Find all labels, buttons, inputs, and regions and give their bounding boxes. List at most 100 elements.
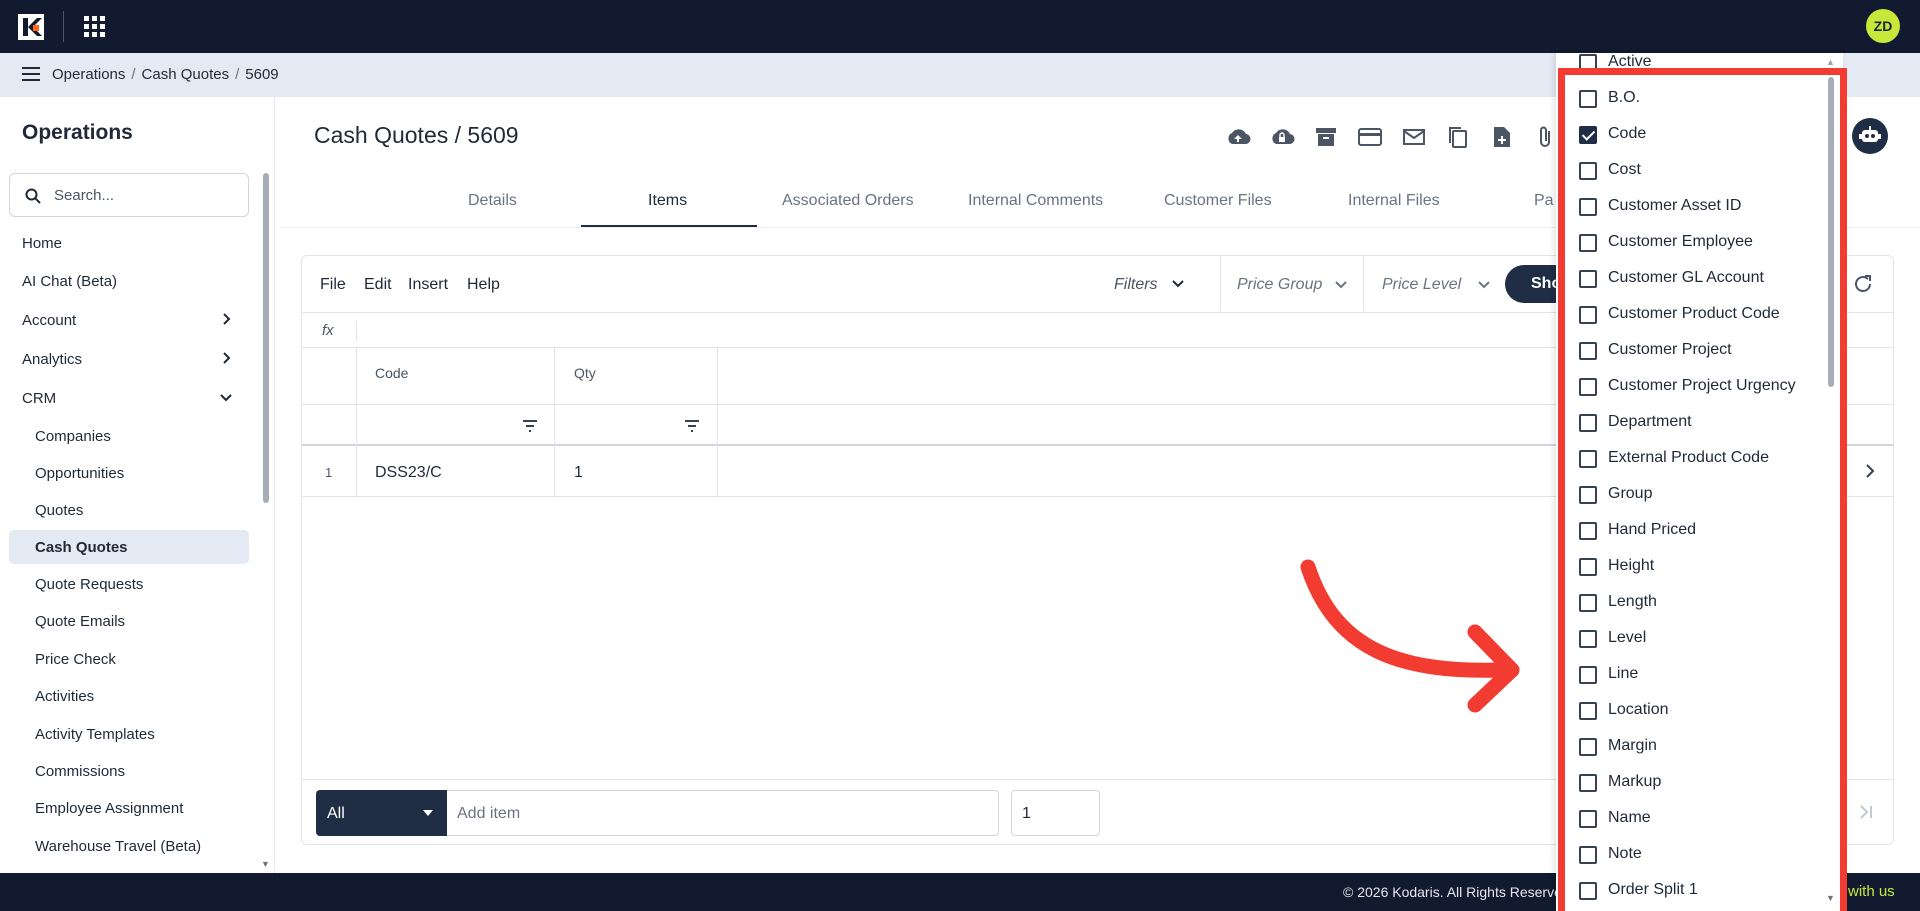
checkbox-icon[interactable] (1579, 594, 1597, 612)
checkbox-icon[interactable] (1579, 702, 1597, 720)
column-option[interactable]: Customer Product Code (1556, 297, 1826, 333)
menu-help[interactable]: Help (467, 276, 500, 294)
tab-internal-comments[interactable]: Internal Comments (968, 192, 1103, 210)
sidebar-item-commissions[interactable]: Commissions (9, 754, 249, 788)
price-level-dropdown[interactable]: Price Level (1363, 256, 1499, 311)
breadcrumb-cash-quotes[interactable]: Cash Quotes (142, 66, 230, 83)
sidebar-item-analytics[interactable]: Analytics (9, 342, 249, 376)
filter-icon[interactable] (522, 420, 538, 432)
checkbox-icon[interactable] (1579, 414, 1597, 432)
column-option[interactable]: Customer GL Account (1556, 261, 1826, 297)
copy-icon[interactable] (1445, 124, 1471, 150)
menu-file[interactable]: File (320, 276, 346, 294)
add-qty-input[interactable]: 1 (1011, 790, 1100, 836)
column-option[interactable]: External Product Code (1556, 441, 1826, 477)
sidebar-item-cash-quotes[interactable]: Cash Quotes (9, 530, 249, 564)
refresh-icon[interactable] (1852, 273, 1874, 295)
sidebar-scrollbar[interactable] (263, 173, 269, 503)
column-option[interactable]: Hand Priced (1556, 513, 1826, 549)
column-option[interactable]: Group (1556, 477, 1826, 513)
checkbox-icon[interactable] (1579, 486, 1597, 504)
sidebar-item-crm[interactable]: CRM (9, 381, 249, 415)
tab-payments[interactable]: Pa (1534, 192, 1554, 210)
column-option[interactable]: Location (1556, 693, 1826, 729)
column-option[interactable]: Name (1556, 801, 1826, 837)
sidebar-item-quote-emails[interactable]: Quote Emails (9, 604, 249, 638)
item-type-select[interactable]: All (316, 790, 447, 836)
tab-items[interactable]: Items (648, 192, 687, 210)
column-option[interactable]: Customer Project (1556, 333, 1826, 369)
last-page-icon[interactable] (1855, 801, 1877, 823)
scroll-up-icon[interactable]: ▲ (1826, 57, 1835, 67)
sidebar-item-quotes[interactable]: Quotes (9, 493, 249, 527)
checkbox-icon[interactable] (1579, 558, 1597, 576)
cell-qty[interactable]: 1 (574, 464, 583, 482)
menu-toggle-icon[interactable] (22, 67, 40, 83)
column-option[interactable]: Customer Asset ID (1556, 189, 1826, 225)
cloud-lock-icon[interactable] (1269, 124, 1295, 150)
tab-customer-files[interactable]: Customer Files (1164, 192, 1272, 210)
email-icon[interactable] (1401, 124, 1427, 150)
sidebar-item-employee-assignment[interactable]: Employee Assignment (9, 791, 249, 825)
checkbox-icon[interactable] (1579, 630, 1597, 648)
sidebar-item-account[interactable]: Account (9, 303, 249, 337)
column-option[interactable]: Customer Employee (1556, 225, 1826, 261)
column-option[interactable]: Note (1556, 837, 1826, 873)
column-option[interactable]: Margin (1556, 729, 1826, 765)
column-option[interactable]: Cost (1556, 153, 1826, 189)
checkbox-icon[interactable] (1579, 234, 1597, 252)
breadcrumb-operations[interactable]: Operations (52, 66, 125, 83)
sidebar-item-opportunities[interactable]: Opportunities (9, 456, 249, 490)
chevron-right-icon[interactable] (1862, 463, 1878, 479)
column-option[interactable]: B.O. (1556, 81, 1826, 117)
column-option[interactable]: Height (1556, 549, 1826, 585)
checkbox-icon[interactable] (1579, 342, 1597, 360)
checkbox-icon[interactable] (1579, 270, 1597, 288)
sidebar-item-companies[interactable]: Companies (9, 419, 249, 453)
sidebar-item-warehouse-travel[interactable]: Warehouse Travel (Beta) (9, 829, 249, 863)
sidebar-item-home[interactable]: Home (9, 226, 249, 260)
sidebar-item-activity-templates[interactable]: Activity Templates (9, 717, 249, 751)
column-option[interactable]: Code (1556, 117, 1826, 153)
sidebar-item-ai-chat[interactable]: AI Chat (Beta) (9, 264, 249, 298)
column-chooser-dropdown[interactable]: ▲ ▼ Active B.O. Code Cost Customer Asset ID C… (1556, 53, 1843, 911)
checkbox-icon[interactable] (1579, 846, 1597, 864)
user-avatar[interactable]: ZD (1866, 9, 1900, 43)
column-option[interactable]: Order Split 1 (1556, 873, 1826, 909)
column-option[interactable]: Length (1556, 585, 1826, 621)
checkbox-icon[interactable] (1579, 54, 1597, 72)
checkbox-icon[interactable] (1579, 738, 1597, 756)
sidebar-item-activities[interactable]: Activities (9, 679, 249, 713)
filter-icon[interactable] (684, 420, 700, 432)
column-option[interactable]: Active (1556, 53, 1826, 81)
column-header-qty[interactable]: Qty (574, 365, 596, 381)
dropdown-scrollbar[interactable] (1828, 77, 1834, 387)
archive-icon[interactable] (1313, 124, 1339, 150)
tab-internal-files[interactable]: Internal Files (1348, 192, 1440, 210)
column-option[interactable]: Markup (1556, 765, 1826, 801)
kodaris-logo[interactable] (18, 14, 44, 40)
tab-details[interactable]: Details (468, 192, 517, 210)
column-option[interactable]: Department (1556, 405, 1826, 441)
add-document-icon[interactable] (1489, 124, 1515, 150)
column-option[interactable]: Customer Project Urgency (1556, 369, 1826, 405)
menu-edit[interactable]: Edit (364, 276, 392, 294)
sidebar-item-price-check[interactable]: Price Check (9, 642, 249, 676)
assistant-bot-button[interactable] (1852, 118, 1888, 154)
filters-dropdown[interactable]: Filters (1114, 276, 1184, 294)
checkbox-icon[interactable] (1579, 90, 1597, 108)
checkbox-icon[interactable] (1579, 522, 1597, 540)
column-option[interactable]: Level (1556, 621, 1826, 657)
cloud-upload-icon[interactable] (1225, 124, 1251, 150)
checkbox-icon[interactable] (1579, 378, 1597, 396)
sidebar-search-input[interactable]: Search... (9, 173, 249, 217)
tab-associated-orders[interactable]: Associated Orders (782, 192, 914, 210)
checkbox-icon[interactable] (1579, 306, 1597, 324)
column-header-code[interactable]: Code (375, 365, 408, 381)
price-group-dropdown[interactable]: Price Group (1220, 256, 1363, 311)
checkbox-checked-icon[interactable] (1579, 126, 1597, 144)
scroll-down-icon[interactable]: ▼ (261, 859, 270, 869)
credit-card-icon[interactable] (1357, 124, 1383, 150)
chat-with-us-link[interactable]: with us (1848, 883, 1895, 900)
cell-code[interactable]: DSS23/C (375, 464, 442, 482)
